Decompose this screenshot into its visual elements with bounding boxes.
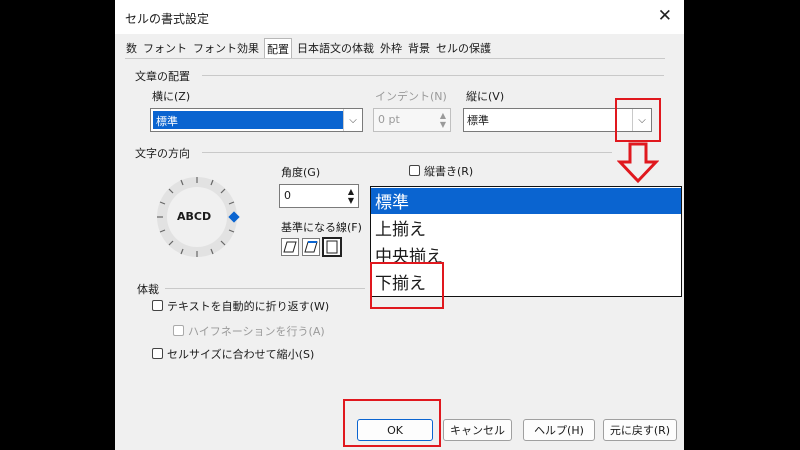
- tab-alignment[interactable]: 配置: [264, 38, 292, 58]
- tab-bar: 数 フォント フォント効果 配置 日本語文の体裁 外枠 背景 セルの保護: [125, 38, 496, 58]
- indent-value: 0 pt: [378, 113, 400, 126]
- tab-cell-protection[interactable]: セルの保護: [435, 38, 492, 58]
- close-icon[interactable]: ✕: [658, 6, 672, 26]
- reset-button[interactable]: 元に戻す(R): [603, 419, 677, 441]
- annotation-box-dropdown: [615, 98, 661, 142]
- horizontal-value: 標準: [156, 115, 178, 128]
- reference-edge-top-button[interactable]: [302, 238, 320, 256]
- horizontal-label: 横に(Z): [152, 90, 191, 103]
- annotation-box-ok: [343, 399, 441, 447]
- text-orientation-rule: [202, 152, 612, 153]
- text-alignment-rule: [202, 75, 664, 76]
- wrap-text-label: テキストを自動的に折り返す(W): [167, 300, 330, 313]
- horizontal-selected-row: 標準: [153, 111, 343, 129]
- chevron-down-icon[interactable]: ⌵: [343, 109, 362, 131]
- help-button[interactable]: ヘルプ(H): [523, 419, 595, 441]
- dropdown-option[interactable]: 上揃え: [371, 215, 681, 241]
- cancel-button[interactable]: キャンセル: [443, 419, 512, 441]
- annotation-box-bottom-option: [370, 262, 444, 309]
- edge-inside-icon: [326, 240, 338, 254]
- angle-value: 0: [284, 189, 291, 202]
- vertical-value: 標準: [467, 114, 489, 127]
- properties-rule: [165, 288, 365, 289]
- tab-background[interactable]: 背景: [407, 38, 431, 58]
- horizontal-select[interactable]: 標準 ⌵: [150, 108, 363, 132]
- reference-edge-bottom-button[interactable]: [281, 238, 299, 256]
- indent-label: インデント(N): [375, 90, 447, 103]
- shrink-to-fit-label: セルサイズに合わせて縮小(S): [167, 348, 315, 361]
- edge-top-icon: [304, 241, 318, 253]
- wrap-text-checkbox[interactable]: [152, 300, 163, 311]
- text-orientation-heading: 文字の方向: [135, 147, 190, 160]
- reference-edge-label: 基準になる線(F): [281, 221, 362, 234]
- reference-edge-inside-button[interactable]: [322, 237, 342, 257]
- tab-numbers[interactable]: 数: [125, 38, 138, 58]
- vertical-stacking-label: 縦書き(R): [424, 165, 474, 178]
- tab-font[interactable]: フォント: [142, 38, 188, 58]
- annotation-arrow-icon: [617, 142, 659, 184]
- tab-borders[interactable]: 外枠: [379, 38, 403, 58]
- vertical-label: 縦に(V): [466, 90, 505, 103]
- tab-asian-typography[interactable]: 日本語文の体裁: [296, 38, 375, 58]
- spin-arrows-icon: ▲ ▼: [439, 111, 447, 129]
- dial-text: ABCD: [177, 210, 212, 223]
- hyphenation-label: ハイフネーションを行う(A): [188, 325, 325, 338]
- tab-divider: [125, 58, 665, 59]
- shrink-to-fit-checkbox[interactable]: [152, 348, 163, 359]
- properties-heading: 体裁: [137, 283, 159, 296]
- dialog-title: セルの書式設定: [125, 12, 210, 26]
- angle-spinner[interactable]: 0 ▲ ▼: [279, 184, 359, 208]
- edge-bottom-icon: [283, 241, 297, 253]
- title-bar: セルの書式設定 ✕: [115, 0, 684, 34]
- tab-font-effects[interactable]: フォント効果: [192, 38, 260, 58]
- dropdown-option[interactable]: 標準: [371, 188, 681, 214]
- angle-label: 角度(G): [281, 166, 321, 179]
- spin-arrows-icon[interactable]: ▲ ▼: [344, 185, 358, 207]
- text-alignment-heading: 文章の配置: [135, 70, 190, 83]
- indent-spinner: 0 pt ▲ ▼: [373, 108, 451, 132]
- hyphenation-checkbox: [173, 325, 184, 336]
- vertical-stacking-checkbox[interactable]: [409, 165, 420, 176]
